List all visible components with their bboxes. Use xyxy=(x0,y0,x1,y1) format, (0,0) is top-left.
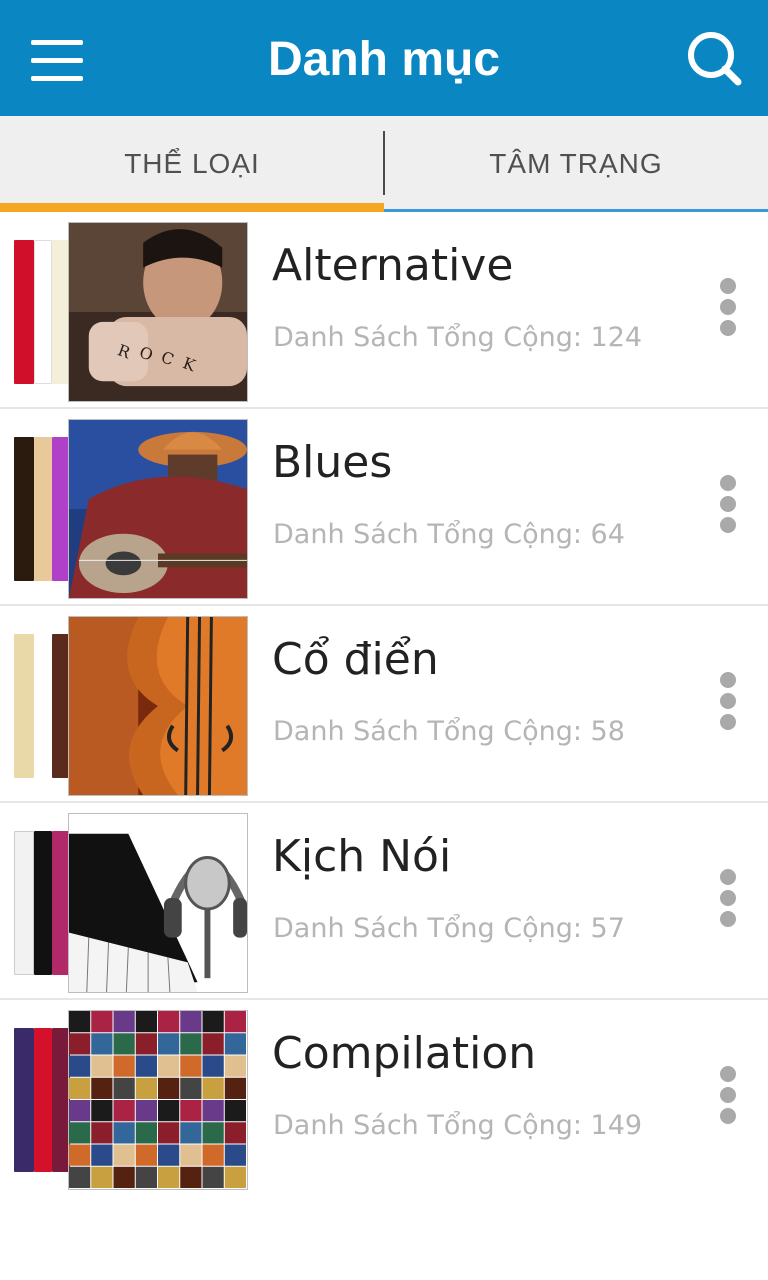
category-count: Danh Sách Tổng Cộng: 57 xyxy=(273,913,625,944)
more-vertical-icon[interactable] xyxy=(700,668,756,734)
cover-art-blues xyxy=(68,419,248,599)
cover-art-co-dien xyxy=(68,616,248,796)
category-name: Compilation xyxy=(272,1028,537,1079)
category-row-kich-noi[interactable]: Kịch Nói Danh Sách Tổng Cộng: 57 xyxy=(0,803,768,1000)
album-stack: R O C K xyxy=(14,222,250,402)
category-row-compilation[interactable]: Compilation Danh Sách Tổng Cộng: 149 xyxy=(0,1000,768,1197)
category-row-blues[interactable]: Blues Danh Sách Tổng Cộng: 64 xyxy=(0,409,768,606)
more-vertical-icon[interactable] xyxy=(700,274,756,340)
tab-the-loai[interactable]: THỂ LOẠI xyxy=(0,116,384,212)
category-count: Danh Sách Tổng Cộng: 124 xyxy=(273,322,643,353)
app-bar: Danh mục xyxy=(0,0,768,116)
tab-bar: THỂ LOẠI TÂM TRẠNG xyxy=(0,116,768,212)
cover-art-compilation xyxy=(68,1010,248,1190)
category-row-co-dien[interactable]: Cổ điển Danh Sách Tổng Cộng: 58 xyxy=(0,606,768,803)
category-count: Danh Sách Tổng Cộng: 149 xyxy=(273,1110,643,1141)
more-vertical-icon[interactable] xyxy=(700,865,756,931)
selected-tab-indicator xyxy=(0,203,384,212)
category-count: Danh Sách Tổng Cộng: 64 xyxy=(273,519,625,550)
album-stack xyxy=(14,1010,250,1190)
album-stack xyxy=(14,616,250,796)
category-name: Alternative xyxy=(272,240,514,291)
category-name: Cổ điển xyxy=(272,634,439,685)
cover-art-kich-noi xyxy=(68,813,248,993)
album-stack xyxy=(14,419,250,599)
search-icon[interactable] xyxy=(684,28,746,90)
page-title: Danh mục xyxy=(267,33,501,86)
cover-art-alternative: R O C K xyxy=(68,222,248,402)
category-count: Danh Sách Tổng Cộng: 58 xyxy=(273,716,625,747)
album-stack xyxy=(14,813,250,993)
tab-tam-trang[interactable]: TÂM TRẠNG xyxy=(384,116,768,212)
category-list: R O C K Alternative Danh Sách Tổng Cộng:… xyxy=(0,212,768,1197)
more-vertical-icon[interactable] xyxy=(700,1062,756,1128)
more-vertical-icon[interactable] xyxy=(700,471,756,537)
category-name: Kịch Nói xyxy=(272,831,452,882)
category-name: Blues xyxy=(272,437,393,488)
category-row-alternative[interactable]: R O C K Alternative Danh Sách Tổng Cộng:… xyxy=(0,212,768,409)
